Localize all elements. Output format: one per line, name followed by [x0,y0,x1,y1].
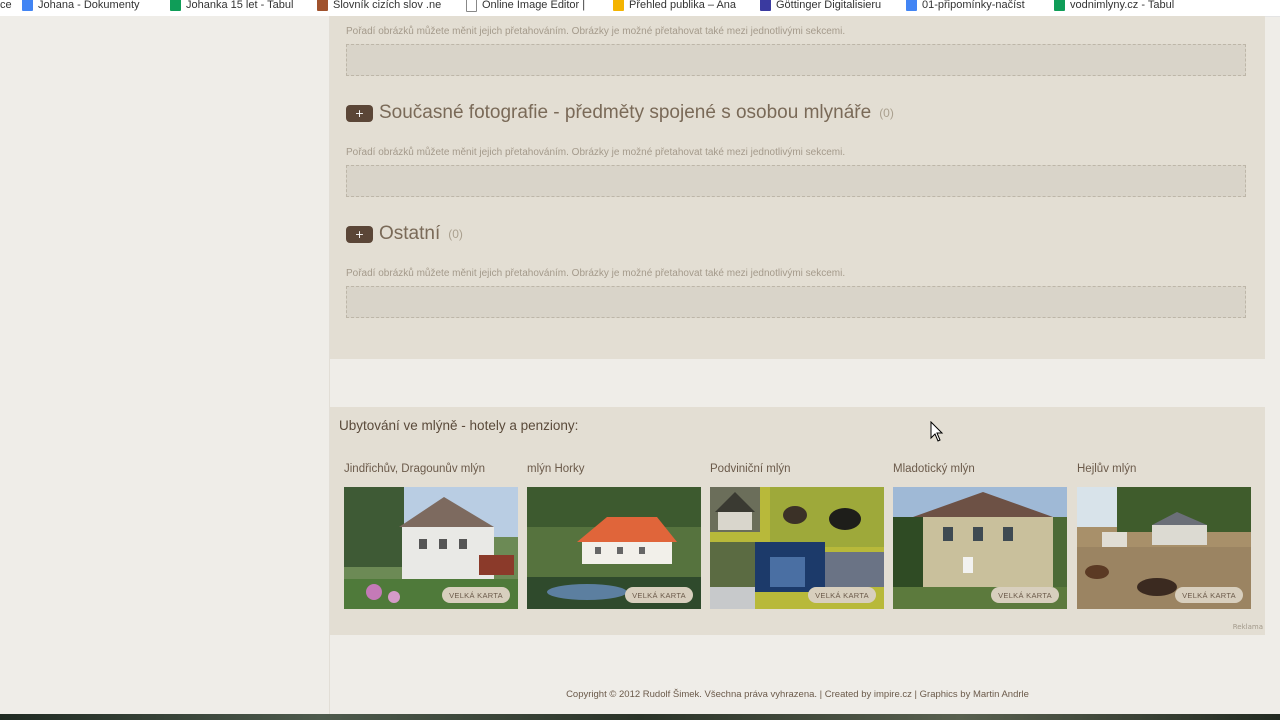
image-dropzone[interactable] [346,165,1246,197]
drag-hint: Pořadí obrázků můžete měnit jejich přeta… [346,147,846,158]
section-header: + Ostatní (0) [346,223,463,245]
card-name[interactable]: mlýn Horky [527,463,701,483]
image-dropzone[interactable] [346,286,1246,318]
accommodation-card[interactable]: Mladotický mlýn VELKÁ KARTA [893,463,1067,609]
card-name[interactable]: Mladotický mlýn [893,463,1067,483]
bottom-background-strip [0,714,1280,720]
bookmark-item[interactable]: 01-připomínky-načíst [906,0,1025,13]
bookmark-label: Online Image Editor | [482,0,586,11]
bookmark-item[interactable]: Slovník cizích slov .ne [317,0,441,13]
accommodation-box: Ubytování ve mlýně - hotely a penziony: … [330,407,1265,635]
bookmark-item[interactable]: Online Image Editor | [466,0,585,13]
bookmark-item[interactable]: vodnimlyny.cz - Tabul [1054,0,1174,13]
section-header: + Současné fotografie - předměty spojené… [346,102,894,124]
bookmark-item[interactable]: Johana - Dokumenty [22,0,140,13]
bookmark-item[interactable]: Johanka 15 let - Tabul [170,0,293,13]
sheets-icon [1054,0,1065,11]
bookmark-label: vodnimlyny.cz - Tabul [1070,0,1175,11]
footer-copyright: Copyright © 2012 Rudolf Šimek. Všechna p… [566,689,1029,700]
sheets-icon [170,0,181,11]
bookmarks-bar: ce Johana - Dokumenty Johanka 15 let - T… [0,0,1280,17]
bookmark-item[interactable]: Göttinger Digitalisieru [760,0,881,13]
page-icon [466,0,477,12]
card-name[interactable]: Podviniční mlýn [710,463,884,483]
accommodation-card[interactable]: Podviniční mlýn VELKÁ KARTA [710,463,884,609]
large-card-button[interactable]: VELKÁ KARTA [991,587,1059,603]
section-title: Současné fotografie - předměty spojené s… [379,102,872,123]
bookmark-item[interactable]: ce [0,0,12,13]
large-card-button[interactable]: VELKÁ KARTA [442,587,510,603]
card-photo[interactable]: VELKÁ KARTA [893,487,1067,609]
accommodation-title: Ubytování ve mlýně - hotely a penziony: [339,418,579,433]
large-card-button[interactable]: VELKÁ KARTA [625,587,693,603]
bookmark-item[interactable]: Přehled publika – Ana [613,0,736,13]
card-photo[interactable]: VELKÁ KARTA [1077,487,1251,609]
bookmark-label: Johanka 15 let - Tabul [186,0,294,11]
bookmark-label: 01-připomínky-načíst [922,0,1025,11]
bookmark-label: Přehled publika – Ana [629,0,737,11]
section-count: (0) [448,227,463,241]
card-photo[interactable]: VELKÁ KARTA [344,487,518,609]
mouse-cursor-icon [930,421,944,442]
left-column [0,16,329,720]
section-title: Ostatní [379,223,441,244]
card-photo[interactable]: VELKÁ KARTA [710,487,884,609]
drag-hint: Pořadí obrázků můžete měnit jejich přeta… [346,268,846,279]
add-section-photo-button[interactable]: + [346,104,373,122]
card-photo[interactable]: VELKÁ KARTA [527,487,701,609]
card-name[interactable]: Jindřichův, Dragounův mlýn [344,463,518,483]
accommodation-card[interactable]: Hejlův mlýn VELKÁ KARTA [1077,463,1251,609]
bookmark-label: Slovník cizích slov .ne [333,0,442,11]
image-dropzone[interactable] [346,44,1246,76]
bookmark-label: Göttinger Digitalisieru [776,0,882,11]
book-icon [317,0,328,11]
bookmark-label: Johana - Dokumenty [38,0,140,11]
bookmark-label: ce [0,0,12,11]
gallery-sections-panel: Pořadí obrázků můžete měnit jejich přeta… [330,16,1265,359]
goettingen-icon [760,0,771,11]
docs-icon [22,0,33,11]
analytics-icon [613,0,624,11]
card-name[interactable]: Hejlův mlýn [1077,463,1251,483]
large-card-button[interactable]: VELKÁ KARTA [808,587,876,603]
ads-label: Reklama [1232,623,1263,631]
add-section-photo-button[interactable]: + [346,225,373,243]
large-card-button[interactable]: VELKÁ KARTA [1175,587,1243,603]
accommodation-card[interactable]: Jindřichův, Dragounův mlýn VELKÁ KARTA [344,463,518,609]
accommodation-card[interactable]: mlýn Horky VELKÁ KARTA [527,463,701,609]
docs-icon [906,0,917,11]
section-count: (0) [879,106,894,120]
spacer [330,359,1265,407]
drag-hint: Pořadí obrázků můžete měnit jejich přeta… [346,26,846,37]
